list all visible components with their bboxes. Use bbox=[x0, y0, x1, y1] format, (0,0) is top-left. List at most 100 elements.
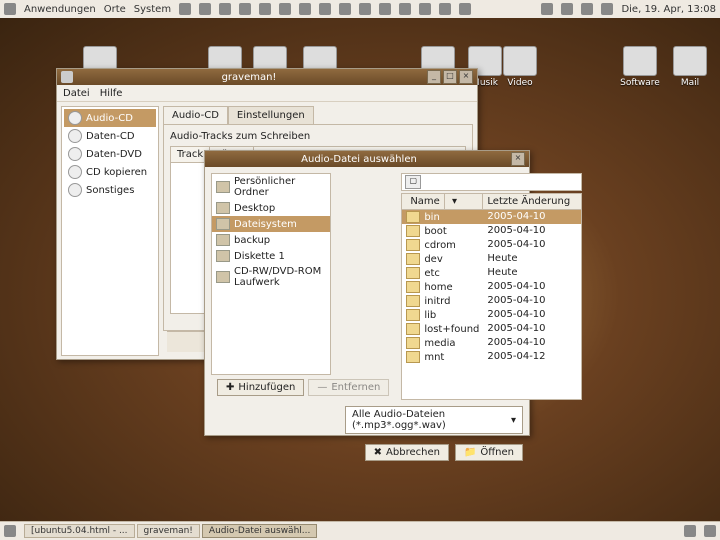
launcher-icon[interactable] bbox=[419, 3, 431, 15]
desktop-icon-software[interactable]: Software bbox=[616, 46, 664, 88]
file-row[interactable]: etc Heute bbox=[402, 266, 581, 280]
taskbar-button[interactable]: [ubuntu5.04.html - ... bbox=[24, 524, 135, 538]
file-date: 2005-04-10 bbox=[483, 211, 581, 223]
places-sidebar: Persönlicher Ordner Desktop Dateisystembac… bbox=[211, 173, 331, 375]
launcher-icon[interactable] bbox=[299, 3, 311, 15]
folder-icon bbox=[406, 323, 420, 335]
place-item[interactable]: CD-RW/DVD-ROM Laufwerk bbox=[212, 264, 330, 290]
icon-label: Video bbox=[496, 78, 544, 88]
folder-icon bbox=[406, 295, 420, 307]
top-panel: Anwendungen Orte System Die, 19. Apr, 13… bbox=[0, 0, 720, 19]
maximize-button[interactable]: □ bbox=[443, 70, 457, 84]
launcher-icon[interactable] bbox=[239, 3, 251, 15]
remove-bookmark-button: — Entfernen bbox=[308, 379, 389, 396]
sidebar-item[interactable]: Sonstiges bbox=[64, 181, 156, 199]
folder-icon bbox=[406, 225, 420, 237]
taskbar-button[interactable]: graveman! bbox=[137, 524, 200, 538]
show-desktop-icon[interactable] bbox=[4, 525, 16, 537]
launcher-icon[interactable] bbox=[459, 3, 471, 15]
launcher-icon[interactable] bbox=[199, 3, 211, 15]
file-row[interactable]: devHeute bbox=[402, 252, 581, 266]
sidebar-item[interactable]: CD kopieren bbox=[64, 163, 156, 181]
launcher-icon[interactable] bbox=[259, 3, 271, 15]
trash-icon[interactable] bbox=[704, 525, 716, 537]
tray-icon[interactable] bbox=[541, 3, 553, 15]
clock[interactable]: Die, 19. Apr, 13:08 bbox=[621, 4, 716, 15]
workspace-switcher[interactable] bbox=[684, 525, 696, 537]
filedlg-titlebar[interactable]: Audio-Datei auswählen × bbox=[205, 151, 529, 167]
sidebar-item[interactable]: Daten-CD bbox=[64, 127, 156, 145]
tracks-label: Audio-Tracks zum Schreiben bbox=[170, 131, 466, 142]
place-item[interactable]: Diskette 1 bbox=[212, 248, 330, 264]
close-button[interactable]: × bbox=[459, 70, 473, 84]
folder-icon bbox=[406, 239, 420, 251]
file-name: dev bbox=[424, 254, 442, 265]
graveman-sidebar: Audio-CDDaten-CDDaten-DVDCD kopierenSons… bbox=[61, 106, 159, 356]
launcher-icon[interactable] bbox=[439, 3, 451, 15]
file-row[interactable]: lib2005-04-10 bbox=[402, 308, 581, 322]
filter-combo[interactable]: Alle Audio-Dateien (*.mp3*.ogg*.wav) ▾ bbox=[345, 406, 523, 434]
file-name: etc bbox=[424, 268, 440, 279]
place-item[interactable]: Dateisystem bbox=[212, 216, 330, 232]
launcher-icon[interactable] bbox=[379, 3, 391, 15]
menu-file[interactable]: Datei bbox=[63, 88, 90, 99]
minimize-button[interactable]: _ bbox=[427, 70, 441, 84]
launcher-icon[interactable] bbox=[219, 3, 231, 15]
graveman-titlebar[interactable]: graveman! _ □ × bbox=[57, 69, 477, 85]
launcher-icon[interactable] bbox=[279, 3, 291, 15]
launcher-icon[interactable] bbox=[399, 3, 411, 15]
menu-applications[interactable]: Anwendungen bbox=[24, 4, 96, 15]
menubar: Datei Hilfe bbox=[57, 85, 477, 102]
path-bar[interactable]: ▢ bbox=[401, 173, 582, 191]
file-row[interactable]: initrd2005-04-10 bbox=[402, 294, 581, 308]
tray-icon[interactable] bbox=[561, 3, 573, 15]
tab[interactable]: Audio-CD bbox=[163, 106, 228, 124]
place-item[interactable]: Desktop bbox=[212, 200, 330, 216]
file-date: 2005-04-12 bbox=[483, 351, 581, 363]
launcher-icon[interactable] bbox=[339, 3, 351, 15]
file-list[interactable]: Name ▾ Letzte Änderung bin2005-04-10boot… bbox=[401, 193, 582, 400]
file-row[interactable]: mnt2005-04-12 bbox=[402, 350, 581, 364]
folder-icon bbox=[406, 211, 420, 223]
file-row[interactable]: home2005-04-10 bbox=[402, 280, 581, 294]
desktop-icon-mail[interactable]: Mail bbox=[666, 46, 714, 88]
open-button[interactable]: 📁 Öffnen bbox=[455, 444, 523, 461]
place-item[interactable]: Persönlicher Ordner bbox=[212, 174, 330, 200]
file-date: 2005-04-10 bbox=[483, 337, 581, 349]
launcher-icon[interactable] bbox=[359, 3, 371, 15]
disc-icon bbox=[68, 111, 82, 125]
file-row[interactable]: boot2005-04-10 bbox=[402, 224, 581, 238]
desktop-icon-video[interactable]: Video bbox=[496, 46, 544, 88]
file-row[interactable]: bin 2005-04-10 bbox=[402, 210, 581, 224]
col-name[interactable]: Name ▾ bbox=[402, 194, 483, 209]
disc-icon bbox=[68, 183, 82, 197]
file-row[interactable]: cdrom2005-04-10 bbox=[402, 238, 581, 252]
file-row[interactable]: media2005-04-10 bbox=[402, 336, 581, 350]
close-button[interactable]: × bbox=[511, 152, 525, 166]
main-menu-icon[interactable] bbox=[4, 3, 16, 15]
file-date: 2005-04-10 bbox=[483, 281, 581, 293]
file-date: Heute bbox=[483, 267, 581, 279]
file-date: 2005-04-10 bbox=[483, 309, 581, 321]
menu-system[interactable]: System bbox=[134, 4, 171, 15]
launcher-icon[interactable] bbox=[179, 3, 191, 15]
place-label: Desktop bbox=[234, 203, 275, 214]
tab[interactable]: Einstellungen bbox=[228, 106, 314, 124]
menu-places[interactable]: Orte bbox=[104, 4, 126, 15]
file-name: bin bbox=[424, 212, 439, 223]
disc-icon bbox=[68, 147, 82, 161]
path-root-button[interactable]: ▢ bbox=[405, 175, 421, 189]
menu-help[interactable]: Hilfe bbox=[100, 88, 123, 99]
place-item[interactable]: backup bbox=[212, 232, 330, 248]
bottom-panel: [ubuntu5.04.html - ...graveman!Audio-Dat… bbox=[0, 521, 720, 540]
tray-icon[interactable] bbox=[601, 3, 613, 15]
sidebar-item[interactable]: Daten-DVD bbox=[64, 145, 156, 163]
file-row[interactable]: lost+found2005-04-10 bbox=[402, 322, 581, 336]
taskbar-button[interactable]: Audio-Datei auswähl... bbox=[202, 524, 317, 538]
add-bookmark-button[interactable]: ✚ Hinzufügen bbox=[217, 379, 304, 396]
cancel-button[interactable]: ✖ Abbrechen bbox=[365, 444, 449, 461]
tray-volume-icon[interactable] bbox=[581, 3, 593, 15]
launcher-icon[interactable] bbox=[319, 3, 331, 15]
col-modified[interactable]: Letzte Änderung bbox=[483, 194, 581, 209]
sidebar-item[interactable]: Audio-CD bbox=[64, 109, 156, 127]
